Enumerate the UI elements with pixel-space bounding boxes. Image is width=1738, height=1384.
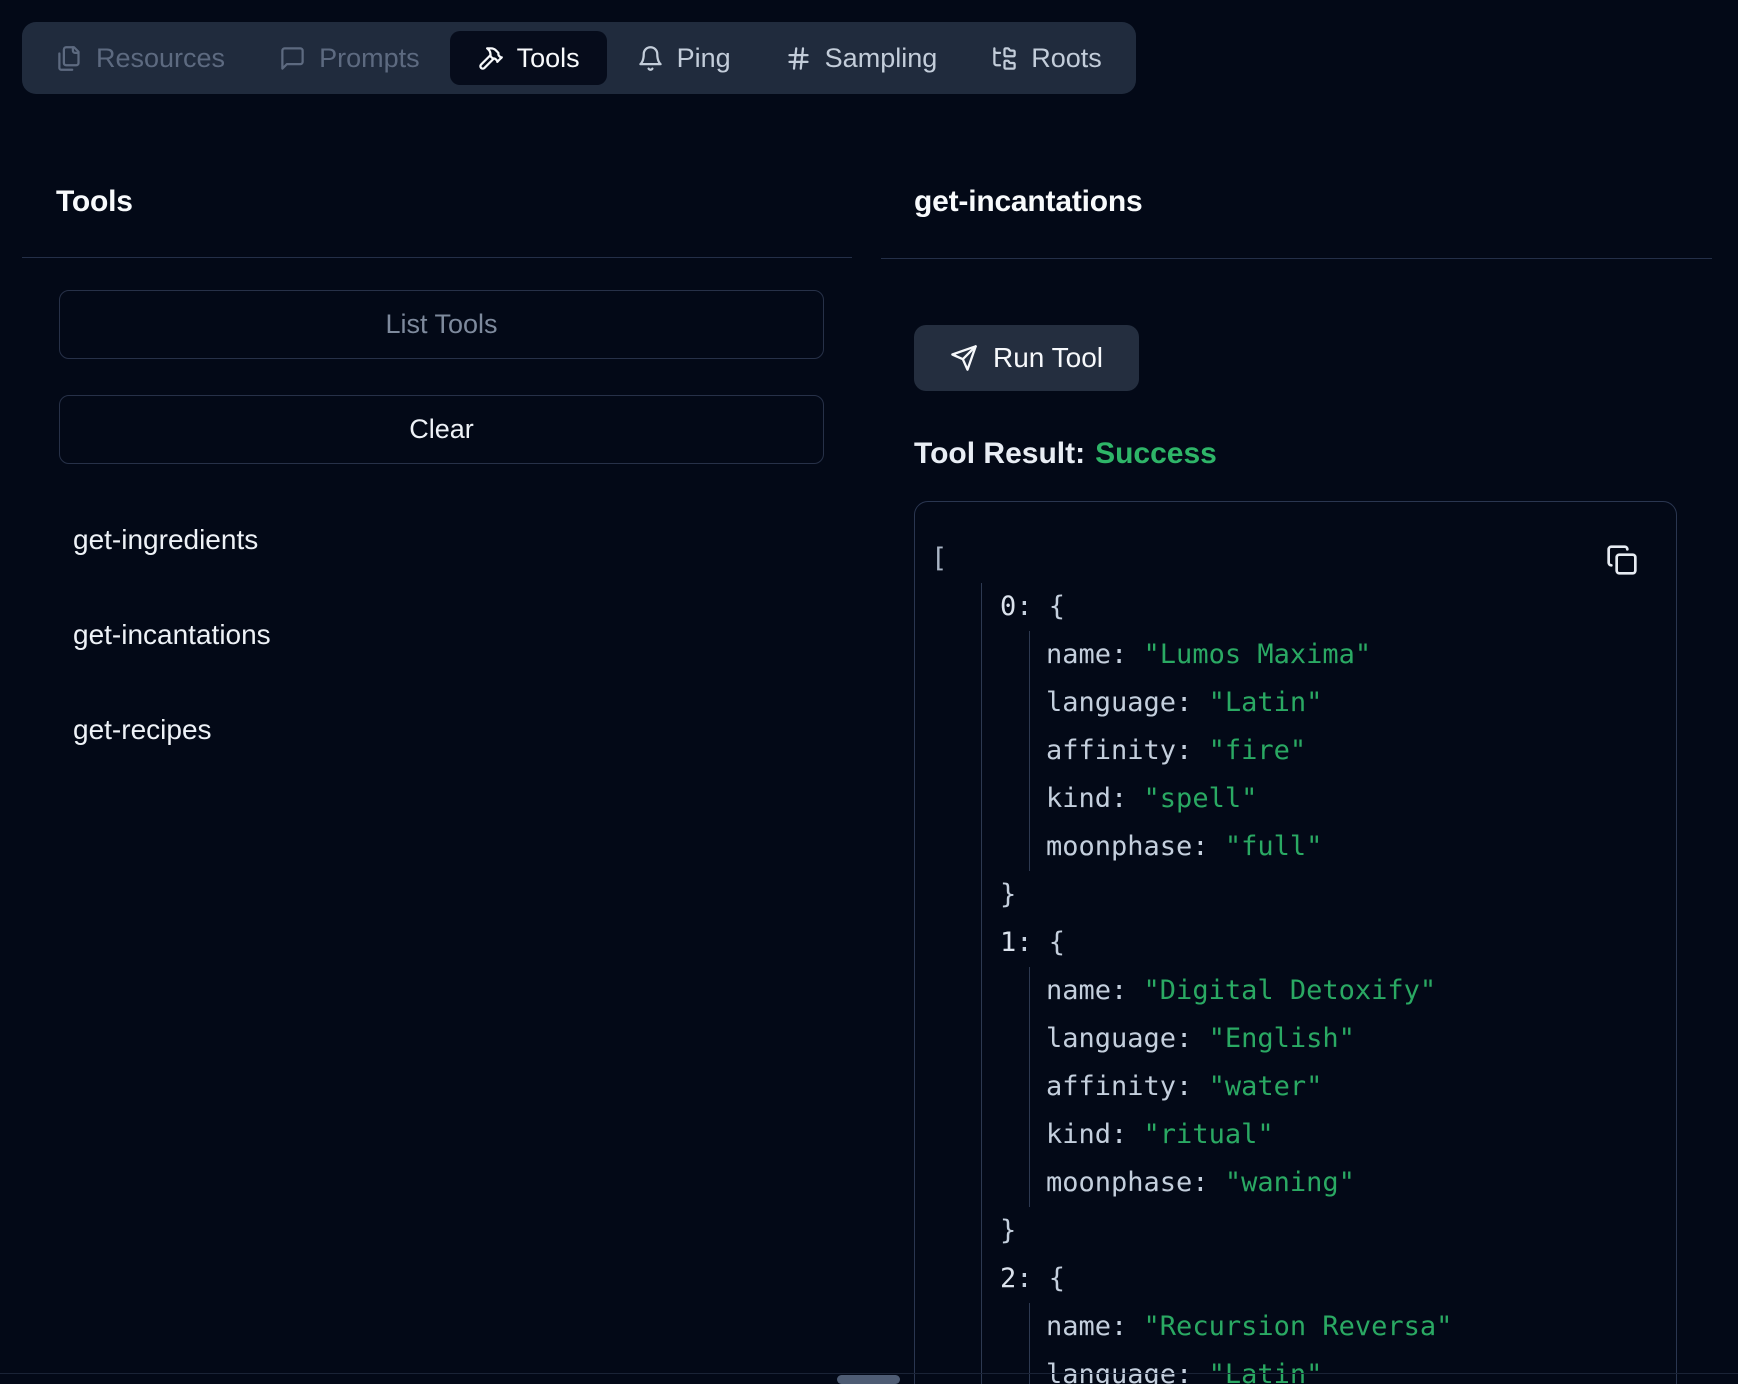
tool-list: get-ingredients get-incantations get-rec…	[73, 516, 271, 801]
left-panel-divider	[22, 257, 852, 258]
tool-list-item-get-incantations[interactable]: get-incantations	[73, 611, 271, 659]
left-panel-title: Tools	[56, 185, 133, 219]
json-item-properties: name: "Digital Detoxify"language: "Engli…	[1029, 967, 1652, 1207]
bell-icon	[637, 45, 664, 72]
json-property-language: language: "English"	[1046, 1015, 1652, 1063]
tab-ping[interactable]: Ping	[613, 31, 755, 85]
json-item-close-brace: }	[1000, 1207, 1652, 1255]
json-item-index: 0: {	[1000, 583, 1652, 631]
json-item-0: 0: {name: "Lumos Maxima"language: "Latin…	[1000, 583, 1652, 919]
horizontal-scrollbar	[0, 1373, 1738, 1384]
json-item-close-brace: }	[1000, 871, 1652, 919]
message-square-icon	[279, 45, 306, 72]
tab-label: Ping	[677, 43, 731, 74]
json-property-kind: kind: "spell"	[1046, 775, 1652, 823]
json-property-name: name: "Digital Detoxify"	[1046, 967, 1652, 1015]
tool-list-item-get-ingredients[interactable]: get-ingredients	[73, 516, 271, 564]
folder-tree-icon	[991, 45, 1018, 72]
copy-icon[interactable]	[1606, 544, 1640, 576]
clear-button[interactable]: Clear	[59, 395, 824, 464]
run-tool-button[interactable]: Run Tool	[914, 325, 1139, 391]
json-property-moonphase: moonphase: "full"	[1046, 823, 1652, 871]
json-item-1: 1: {name: "Digital Detoxify"language: "E…	[1000, 919, 1652, 1255]
json-open-bracket: [	[931, 535, 1652, 583]
json-property-name: name: "Lumos Maxima"	[1046, 631, 1652, 679]
tool-result-status: Success	[1095, 437, 1217, 470]
json-item-properties: name: "Lumos Maxima"language: "Latin"aff…	[1029, 631, 1652, 871]
run-tool-label: Run Tool	[993, 342, 1103, 374]
tab-roots[interactable]: Roots	[967, 31, 1126, 85]
json-array-items: 0: {name: "Lumos Maxima"language: "Latin…	[981, 583, 1652, 1384]
tab-prompts[interactable]: Prompts	[255, 31, 444, 85]
json-property-kind: kind: "ritual"	[1046, 1111, 1652, 1159]
selected-tool-title: get-incantations	[914, 185, 1142, 219]
horizontal-scrollbar-thumb[interactable]	[837, 1375, 900, 1384]
list-tools-button[interactable]: List Tools	[59, 290, 824, 359]
tab-label: Roots	[1031, 43, 1102, 74]
hammer-icon	[477, 45, 504, 72]
tab-resources[interactable]: Resources	[32, 31, 249, 85]
json-item-2: 2: {name: "Recursion Reversa"language: "…	[1000, 1255, 1652, 1384]
json-property-affinity: affinity: "fire"	[1046, 727, 1652, 775]
right-panel-divider	[881, 258, 1712, 259]
hash-icon	[785, 45, 812, 72]
send-icon	[950, 344, 978, 372]
tool-result-line: Tool Result: Success	[914, 437, 1217, 471]
json-tree-view: [0: {name: "Lumos Maxima"language: "Lati…	[915, 502, 1676, 1384]
tool-result-json-box: [0: {name: "Lumos Maxima"language: "Lati…	[914, 501, 1677, 1384]
tab-tools[interactable]: Tools	[450, 31, 607, 85]
files-icon	[56, 45, 83, 72]
json-item-index: 1: {	[1000, 919, 1652, 967]
json-property-name: name: "Recursion Reversa"	[1046, 1303, 1652, 1351]
tool-result-label: Tool Result:	[914, 437, 1085, 470]
tool-list-item-get-recipes[interactable]: get-recipes	[73, 706, 271, 754]
tab-label: Tools	[517, 43, 580, 74]
json-item-index: 2: {	[1000, 1255, 1652, 1303]
tab-sampling[interactable]: Sampling	[761, 31, 962, 85]
tab-label: Resources	[96, 43, 225, 74]
json-property-moonphase: moonphase: "waning"	[1046, 1159, 1652, 1207]
json-property-language: language: "Latin"	[1046, 679, 1652, 727]
capability-tabbar: Resources Prompts Tools Ping Sampling Ro…	[22, 22, 1136, 94]
json-property-affinity: affinity: "water"	[1046, 1063, 1652, 1111]
json-item-properties: name: "Recursion Reversa"language: "Lati…	[1029, 1303, 1652, 1384]
tab-label: Prompts	[319, 43, 420, 74]
tab-label: Sampling	[825, 43, 938, 74]
